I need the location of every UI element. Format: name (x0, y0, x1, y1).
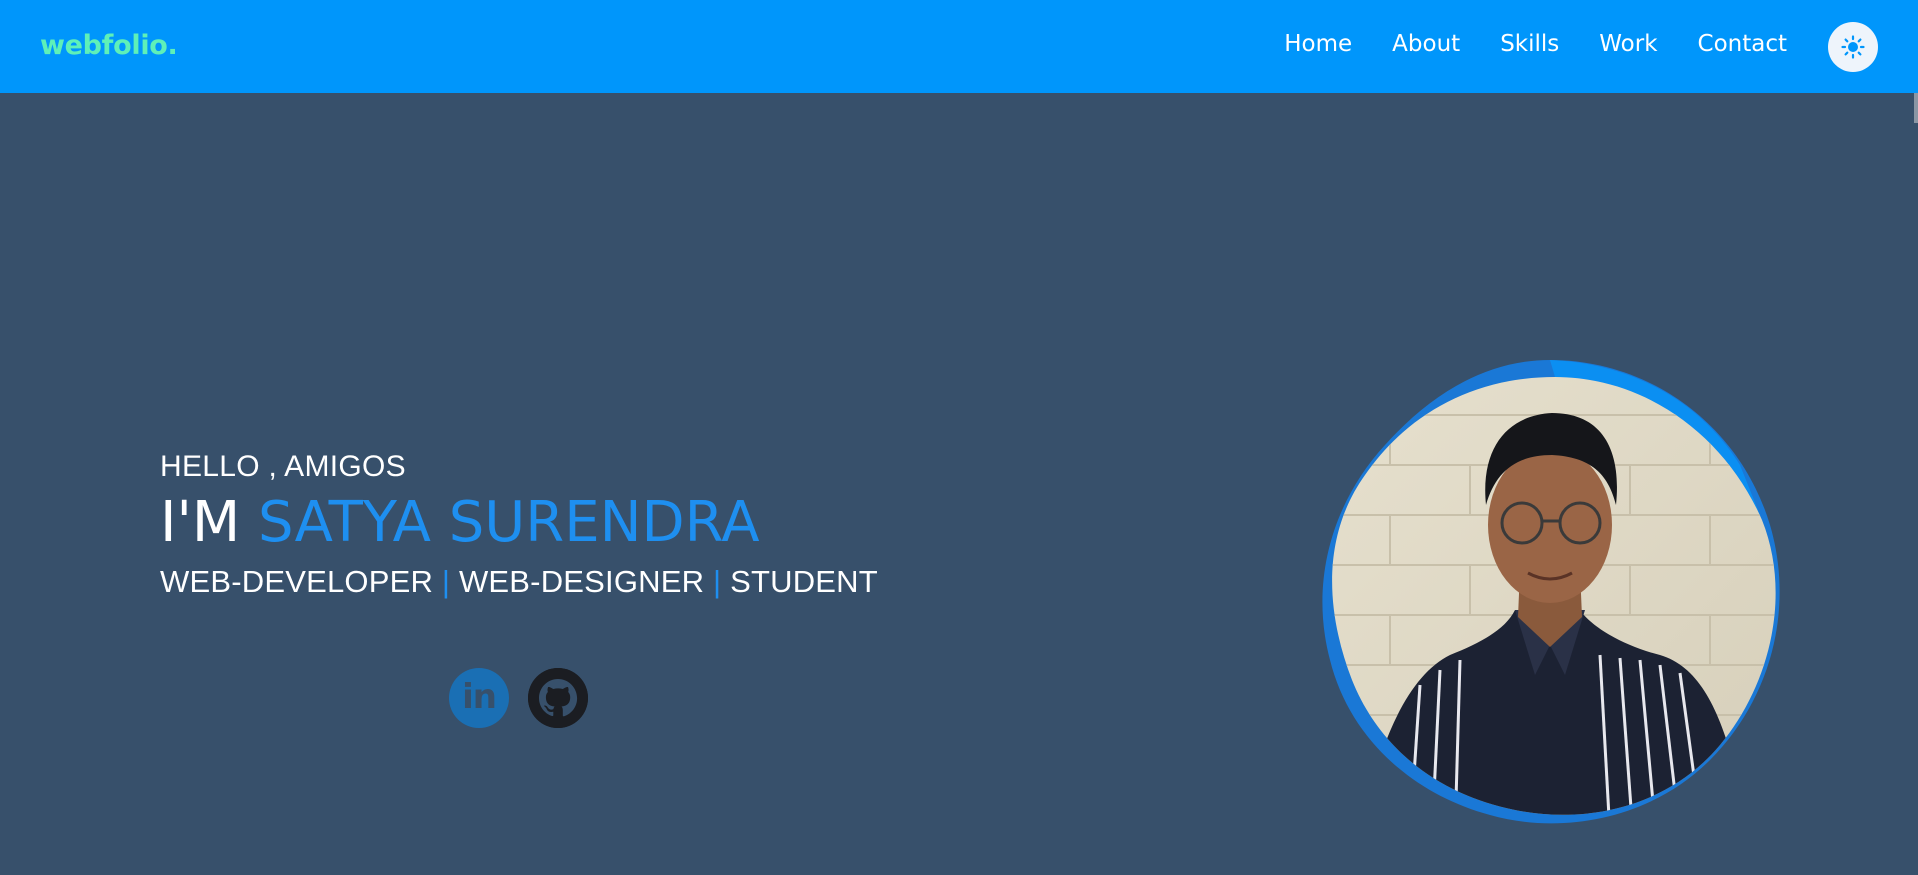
hero-greeting: HELLO , AMIGOS (160, 450, 406, 483)
role-1: WEB-DEVELOPER (160, 564, 434, 599)
social-links: in (449, 668, 588, 728)
nav-work[interactable]: Work (1599, 31, 1657, 57)
profile-avatar (1322, 360, 1780, 824)
role-separator: | (433, 564, 459, 599)
nav-home[interactable]: Home (1284, 31, 1352, 57)
hero-roles: WEB-DEVELOPER | WEB-DESIGNER | STUDENT (160, 562, 878, 602)
linkedin-icon: in (462, 677, 497, 717)
hero-intro: HELLO , AMIGOS I'M SATYA SURENDRA WEB-DE… (160, 448, 878, 602)
theme-toggle-button[interactable] (1828, 22, 1878, 72)
profile-photo (1300, 355, 1780, 835)
nav-about[interactable]: About (1392, 31, 1460, 57)
role-3: STUDENT (730, 564, 878, 599)
hero-title: I'M SATYA SURENDRA (160, 488, 878, 558)
github-icon (528, 668, 588, 728)
github-link[interactable] (528, 668, 588, 728)
role-2: WEB-DESIGNER (458, 564, 705, 599)
hero-name: SATYA SURENDRA (258, 490, 760, 555)
nav-skills[interactable]: Skills (1500, 31, 1559, 57)
site-logo[interactable]: webfolio. (40, 30, 178, 61)
linkedin-link[interactable]: in (449, 668, 509, 728)
scrollbar-thumb[interactable] (1914, 93, 1918, 123)
nav-contact[interactable]: Contact (1698, 31, 1787, 57)
sun-icon (1841, 35, 1865, 59)
hero-im: I'M (160, 490, 259, 555)
site-header: webfolio. Home About Skills Work Contact (0, 0, 1918, 93)
main-nav: Home About Skills Work Contact (1284, 31, 1787, 57)
role-separator: | (704, 564, 731, 599)
